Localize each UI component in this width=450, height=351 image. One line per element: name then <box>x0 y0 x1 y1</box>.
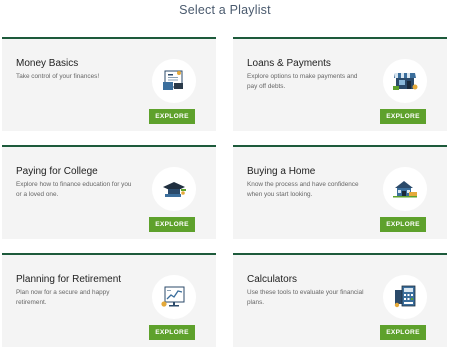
card-buying-a-home: Buying a Home Know the process and have … <box>233 145 447 239</box>
explore-button[interactable]: EXPLORE <box>380 109 426 124</box>
card-calculators: Calculators Use these tools to evaluate … <box>233 253 447 347</box>
card-loans-payments: Loans & Payments Explore options to make… <box>233 37 447 131</box>
explore-button[interactable]: EXPLORE <box>149 325 195 340</box>
explore-button[interactable]: EXPLORE <box>149 109 195 124</box>
card-title: Paying for College <box>16 166 98 177</box>
card-planning-for-retirement: Planning for Retirement Plan now for a s… <box>2 253 216 347</box>
calculator-icon <box>383 275 427 319</box>
card-title: Planning for Retirement <box>16 274 122 285</box>
card-description: Explore options to make payments and pay… <box>247 73 358 90</box>
card-description: Plan now for a secure and happy retireme… <box>16 289 110 306</box>
storefront-icon <box>383 59 427 103</box>
card-description: Use these tools to evaluate your financi… <box>247 289 364 306</box>
card-paying-for-college: Paying for College Explore how to financ… <box>2 145 216 239</box>
explore-button[interactable]: EXPLORE <box>149 217 195 232</box>
card-title: Loans & Payments <box>247 58 331 69</box>
retirement-chart-icon <box>152 275 196 319</box>
graduation-cap-icon <box>152 167 196 211</box>
page-title: Select a Playlist <box>179 3 271 17</box>
house-icon <box>383 167 427 211</box>
card-description: Explore how to finance education for you… <box>16 181 132 198</box>
explore-button[interactable]: EXPLORE <box>380 325 426 340</box>
card-money-basics: Money Basics Take control of your financ… <box>2 37 216 131</box>
card-description: Take control of your finances! <box>16 73 100 80</box>
card-title: Money Basics <box>16 58 79 69</box>
money-basics-icon <box>152 59 196 103</box>
card-title: Buying a Home <box>247 166 316 177</box>
card-description: Know the process and have confidence whe… <box>247 181 359 198</box>
card-title: Calculators <box>247 274 298 285</box>
explore-button[interactable]: EXPLORE <box>380 217 426 232</box>
